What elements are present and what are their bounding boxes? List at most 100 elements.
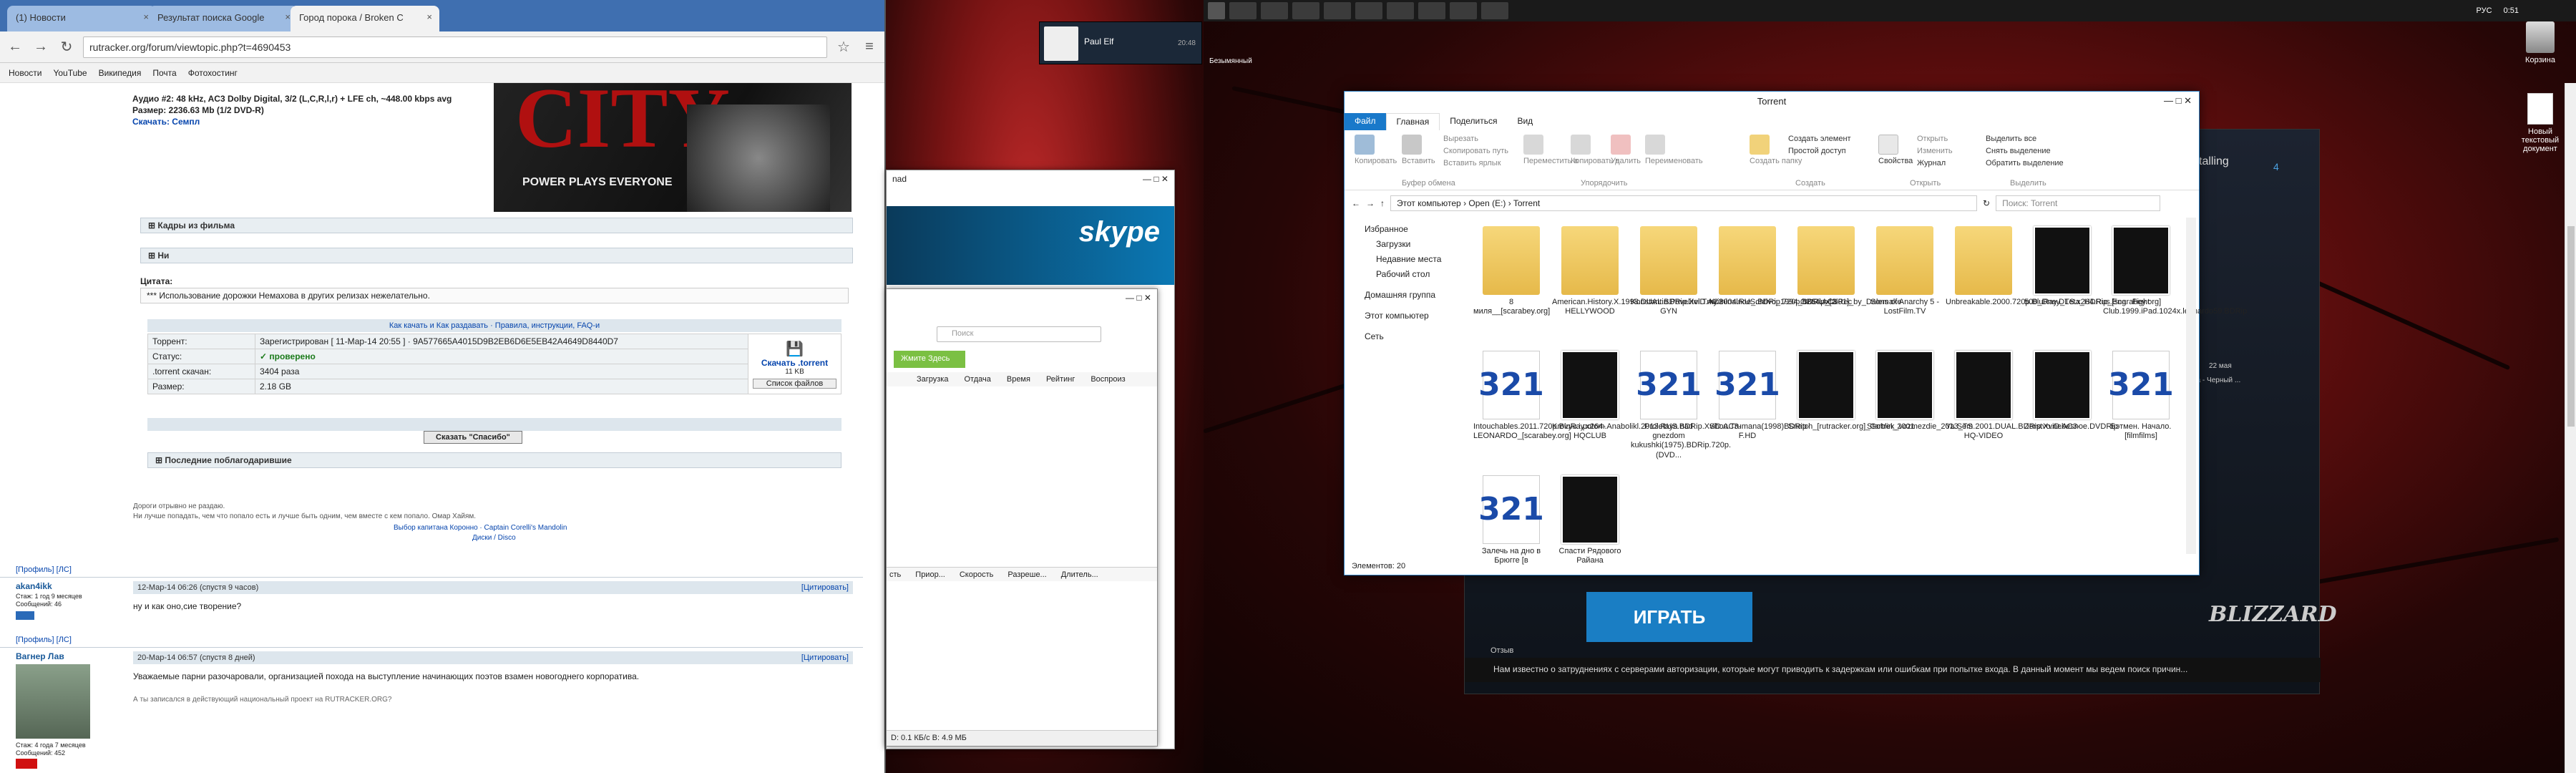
taskbar-app[interactable] <box>1292 2 1319 19</box>
column-header[interactable]: Скорость <box>960 570 994 579</box>
file-item[interactable]: 321 Залечь на дно в Брюгге [в <box>1473 475 1549 565</box>
quote-button[interactable]: [Цитировать] <box>801 653 849 662</box>
column-header[interactable]: Воспроиз <box>1091 375 1125 384</box>
file-item[interactable]: 500_Dney_Leta_HDRip_[scarabey.org] <box>2024 226 2161 307</box>
file-item[interactable]: Startrek_vozmezdie_2013_TS <box>1867 351 1973 432</box>
edit-button[interactable]: Изменить <box>1917 145 1953 157</box>
friend-count[interactable]: 4 <box>2273 161 2279 172</box>
nav-downloads[interactable]: Загрузки <box>1365 237 1466 252</box>
up-icon[interactable]: ↑ <box>1380 198 1385 208</box>
nav-recent[interactable]: Недавние места <box>1365 252 1466 267</box>
last-thanked-spoiler[interactable]: ⊞ Последние поблагодарившие <box>147 452 841 468</box>
clock[interactable]: 0:51 <box>2504 6 2519 15</box>
paste-shortcut-button[interactable]: Вставить ярлык <box>1443 157 1508 170</box>
nav-homegroup[interactable]: Домашняя группа <box>1365 288 1466 303</box>
file-item[interactable]: Snatch_[rutracker.org]_Goblin_2001 <box>1788 351 1915 432</box>
desktop-icon-recycle-bin[interactable]: Корзина <box>2512 21 2569 64</box>
taskbar-app[interactable] <box>1418 2 1445 19</box>
bookmark-news[interactable]: Новости <box>9 68 42 78</box>
easy-access-button[interactable]: Простой доступ <box>1788 145 1851 157</box>
column-header[interactable]: Отдача <box>964 375 990 384</box>
select-none-button[interactable]: Снять выделение <box>1986 145 2064 157</box>
nav-desktop[interactable]: Рабочий стол <box>1365 267 1466 282</box>
column-header[interactable]: Разреше... <box>1008 570 1046 579</box>
signature-link[interactable]: Выбор капитана Коронно · Captain Corelli… <box>394 524 567 532</box>
sample-link[interactable]: Скачать: Семпл <box>132 116 490 127</box>
file-item[interactable]: Fight Club.1999.iPad.1024x.leonardo59.BD… <box>2103 226 2247 316</box>
post-author[interactable]: akan4ikk <box>16 581 52 591</box>
nav-this-pc[interactable]: Этот компьютер <box>1365 308 1466 324</box>
taskbar-app[interactable] <box>1450 2 1477 19</box>
download-icon[interactable]: 💾 <box>753 340 836 358</box>
profile-links[interactable]: [Профиль] [ЛС] <box>16 565 72 574</box>
window-controls[interactable]: — □ ✕ <box>1126 293 1151 303</box>
utorrent-search[interactable]: Поиск <box>937 326 1101 342</box>
menu-icon[interactable]: ≡ <box>860 39 879 55</box>
nav-network[interactable]: Сеть <box>1365 329 1466 344</box>
back-icon[interactable]: ← <box>1352 198 1360 208</box>
tab-share[interactable]: Поделиться <box>1440 113 1507 130</box>
file-item[interactable]: 8 миля__[scarabey.org] <box>1473 226 1550 316</box>
file-item[interactable]: Спасти Рядового Райана <box>1552 475 1628 565</box>
tab-rutracker[interactable]: Город порока / Broken C × <box>291 6 439 31</box>
explorer-search[interactable]: Поиск: Torrent <box>1996 195 2161 211</box>
download-torrent-link[interactable]: Скачать .torrent <box>753 358 836 368</box>
cut-button[interactable]: Вырезать <box>1443 133 1508 145</box>
refresh-icon[interactable]: ↻ <box>1983 198 1990 208</box>
file-item[interactable]: 321 Shou.Trumana(1998)BDRip-F.HD <box>1709 351 1810 441</box>
close-icon[interactable]: × <box>426 11 432 22</box>
forward-icon[interactable]: → <box>31 39 50 55</box>
file-list-button[interactable]: Список файлов <box>753 378 836 389</box>
taskbar-app[interactable] <box>1481 2 1508 19</box>
select-all-button[interactable]: Выделить все <box>1986 133 2064 145</box>
column-header[interactable]: Длитель... <box>1061 570 1098 579</box>
copy-button[interactable]: Копировать <box>1355 135 1397 165</box>
column-header[interactable]: Загрузка <box>917 375 948 384</box>
tab-home[interactable]: Главная <box>1385 113 1440 130</box>
file-item[interactable]: Zerstvo.nebesnoe.DVDRip <box>2024 351 2118 432</box>
rename-button[interactable]: Переименовать <box>1645 135 1703 165</box>
taskbar-app[interactable] <box>1324 2 1351 19</box>
back-icon[interactable]: ← <box>6 39 24 55</box>
profile-links[interactable]: [Профиль] [ЛС] <box>16 636 72 644</box>
bookmark-mail[interactable]: Почта <box>152 68 176 78</box>
tab-file[interactable]: Файл <box>1345 113 1386 130</box>
language-indicator[interactable]: РУС <box>2477 6 2492 15</box>
move-to-button[interactable]: Переместить в <box>1523 135 1578 165</box>
taskbar-app[interactable] <box>1229 2 1257 19</box>
delete-button[interactable]: Удалить <box>1611 135 1641 165</box>
invert-selection-button[interactable]: Обратить выделение <box>1986 157 2064 170</box>
forward-icon[interactable]: → <box>1366 198 1375 208</box>
column-header[interactable]: сть <box>889 570 901 579</box>
file-item[interactable]: 321 Intouchables.2011.720p.BluRay.x264-LE… <box>1473 351 1606 441</box>
tab-google[interactable]: Результат поиска Google × <box>149 6 298 31</box>
feedback-link[interactable]: Отзыв <box>1491 646 1513 655</box>
bookmark-wikipedia[interactable]: Википедия <box>99 68 142 78</box>
copy-path-button[interactable]: Скопировать путь <box>1443 145 1508 157</box>
taskbar-app[interactable] <box>1387 2 1414 19</box>
window-controls[interactable]: — □ ✕ <box>2164 95 2192 107</box>
nav-favorites[interactable]: Избранное <box>1365 222 1466 237</box>
file-item[interactable]: Sons of Anarchy 5 - LostFilm.TV <box>1867 226 1943 316</box>
history-button[interactable]: Журнал <box>1917 157 1953 170</box>
scroll-thumb[interactable] <box>2567 226 2575 427</box>
taskbar-app[interactable] <box>1261 2 1288 19</box>
file-item[interactable]: OBS LocalRec <box>1788 226 1864 307</box>
close-icon[interactable]: × <box>143 11 149 22</box>
file-item[interactable]: American.History.X.1998.DUAL.BDRip.XviD.… <box>1552 226 1725 316</box>
file-item[interactable]: Ya.Sem.2001.DUAL.BDRip.XviD.AC3-HQ-VIDEO <box>1946 351 2079 441</box>
file-item[interactable]: Konstantin.Povelitel.Tmy.2004.RUS.BDRip.… <box>1631 226 1840 316</box>
address-bar[interactable]: rutracker.org/forum/viewtopic.php?t=4690… <box>83 36 827 58</box>
spoiler-frames[interactable]: ⊞ Кадры из фильма <box>140 218 853 233</box>
column-header[interactable]: Приор... <box>915 570 945 579</box>
desktop-icon-text-doc[interactable]: Новый текстовый документ <box>2512 93 2569 153</box>
quote-button[interactable]: [Цитировать] <box>801 583 849 592</box>
column-header[interactable]: Время <box>1007 375 1030 384</box>
bookmark-photohosting[interactable]: Фотохостинг <box>188 68 238 78</box>
star-icon[interactable]: ☆ <box>834 38 853 56</box>
page-scrollbar[interactable] <box>2565 83 2576 773</box>
properties-button[interactable]: Свойства <box>1878 135 1913 165</box>
play-button[interactable]: ИГРАТЬ <box>1586 592 1752 642</box>
howto-link[interactable]: Как качать и Как раздавать · Правила, ин… <box>147 319 841 332</box>
steam-notification[interactable]: Paul Elf 20:48 <box>1039 21 1202 64</box>
